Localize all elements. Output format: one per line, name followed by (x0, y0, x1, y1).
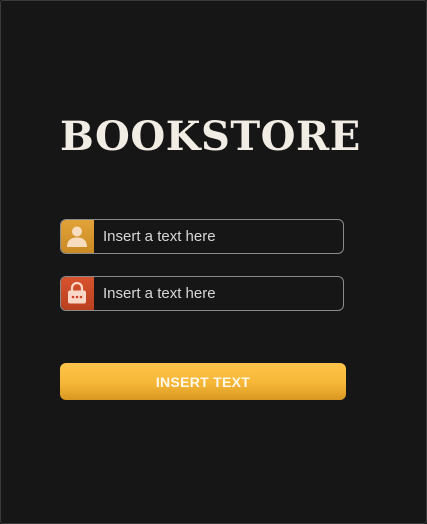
page-title: BOOKSTORE (60, 113, 361, 160)
password-input[interactable] (94, 277, 343, 310)
username-input[interactable] (94, 220, 343, 253)
user-icon (61, 220, 94, 253)
password-field[interactable] (60, 276, 344, 311)
username-field[interactable] (60, 219, 344, 254)
app-window: BOOKSTORE INSERT TEXT (0, 0, 427, 524)
insert-text-button[interactable]: INSERT TEXT (60, 363, 346, 400)
lock-icon (61, 277, 94, 310)
